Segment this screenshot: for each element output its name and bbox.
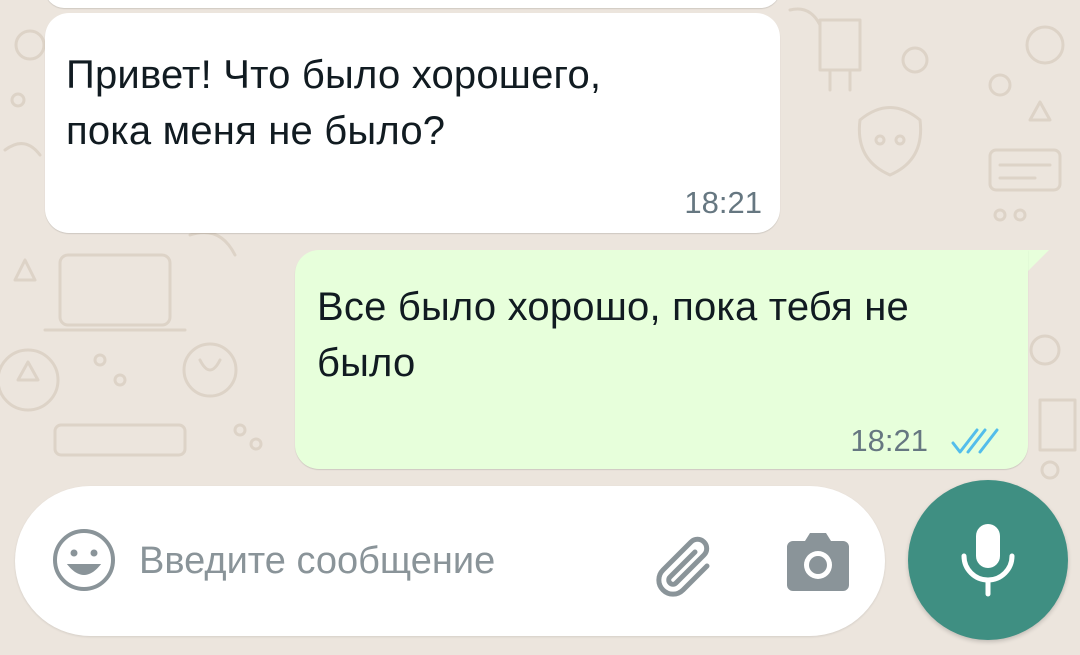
- outgoing-message-bubble[interactable]: Все было хорошо, пока тебя не было 18:21: [295, 250, 1028, 469]
- outgoing-bubble-tail: [1027, 250, 1049, 272]
- previous-message-bubble: [45, 0, 780, 8]
- message-composer: [15, 486, 885, 636]
- message-text: Все было хорошо, пока тебя не было: [317, 285, 909, 385]
- double-check-read-icon: [951, 428, 999, 454]
- voice-record-button[interactable]: [908, 480, 1068, 640]
- microphone-icon: [961, 524, 1015, 597]
- incoming-message-bubble[interactable]: Привет! Что было хорошего, пока меня не …: [45, 13, 780, 233]
- message-timestamp: 18:21: [850, 423, 928, 458]
- message-input[interactable]: [139, 534, 639, 588]
- camera-icon[interactable]: [783, 529, 853, 595]
- emoji-icon[interactable]: [51, 527, 117, 593]
- message-text: Привет! Что было хорошего, пока меня не …: [66, 53, 602, 153]
- message-timestamp: 18:21: [684, 185, 762, 220]
- paperclip-icon[interactable]: [645, 526, 721, 602]
